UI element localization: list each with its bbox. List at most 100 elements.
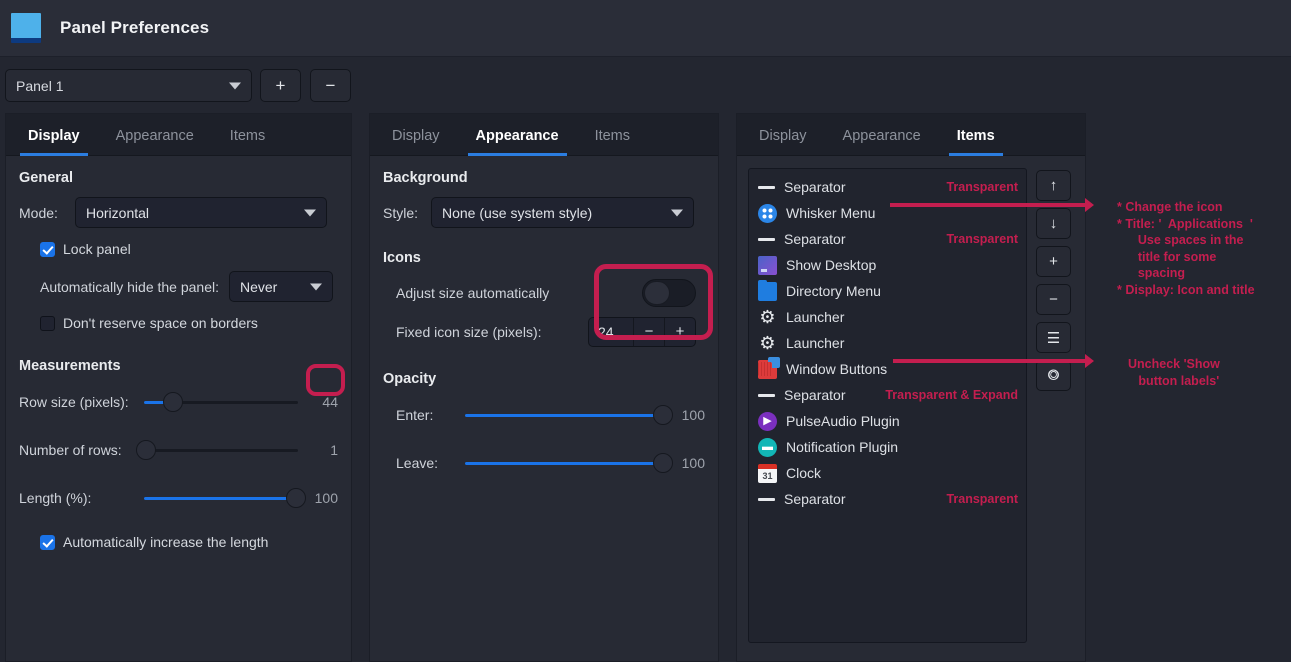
panel-preferences-window: Panel Preferences Panel 1 + − Display Ap… bbox=[0, 0, 1291, 662]
tab-items[interactable]: Items bbox=[587, 128, 638, 155]
panel-select-value: Panel 1 bbox=[16, 78, 63, 94]
title-bar: Panel Preferences bbox=[0, 0, 1291, 57]
gear-icon: ⚙ bbox=[758, 334, 777, 353]
autohide-select[interactable]: Never bbox=[229, 271, 333, 302]
row-size-label: Row size (pixels): bbox=[19, 394, 144, 410]
leave-opacity-slider-handle[interactable] bbox=[653, 453, 673, 473]
tab-items[interactable]: Items bbox=[222, 128, 273, 155]
gear-icon: ⚙ bbox=[758, 308, 777, 327]
separator-icon bbox=[758, 186, 775, 189]
style-select-value: None (use system style) bbox=[442, 205, 592, 221]
list-item[interactable]: Directory Menu bbox=[749, 278, 1026, 304]
list-item[interactable]: ⚙Launcher bbox=[749, 330, 1026, 356]
remove-item-button[interactable]: − bbox=[1036, 284, 1071, 315]
opacity-heading: Opacity bbox=[383, 371, 705, 387]
list-item-label: Separator bbox=[784, 387, 845, 403]
move-up-button[interactable]: ↑ bbox=[1036, 170, 1071, 201]
chevron-down-icon bbox=[310, 283, 322, 290]
num-rows-slider-handle[interactable] bbox=[136, 440, 156, 460]
enter-opacity-row: Enter: 100 bbox=[383, 398, 705, 432]
length-label: Length (%): bbox=[19, 490, 144, 506]
row-size-slider-handle[interactable] bbox=[163, 392, 183, 412]
left-tab-bar: Display Appearance Items bbox=[6, 114, 351, 156]
row-size-slider[interactable] bbox=[144, 401, 298, 404]
mode-select[interactable]: Horizontal bbox=[75, 197, 327, 228]
appearance-column: Display Appearance Items Background Styl… bbox=[369, 113, 719, 662]
list-item-label: Window Buttons bbox=[786, 361, 887, 377]
leave-opacity-row: Leave: 100 bbox=[383, 446, 705, 480]
list-item-label: Separator bbox=[784, 179, 845, 195]
remove-panel-button[interactable]: − bbox=[310, 69, 351, 102]
help-button[interactable]: ⭗ bbox=[1036, 360, 1071, 391]
length-slider[interactable] bbox=[144, 497, 298, 500]
autohide-label: Automatically hide the panel: bbox=[19, 279, 219, 295]
speaker-icon: ▶ bbox=[758, 412, 777, 431]
add-item-button[interactable]: + bbox=[1036, 246, 1071, 277]
tab-items[interactable]: Items bbox=[949, 128, 1003, 155]
enter-opacity-slider[interactable] bbox=[465, 414, 665, 417]
auto-length-checkbox[interactable] bbox=[40, 535, 55, 550]
list-item[interactable]: Separator Transparent bbox=[749, 226, 1026, 252]
panel-icon bbox=[11, 13, 41, 43]
calendar-clock-icon: 31 bbox=[758, 464, 777, 483]
tab-appearance[interactable]: Appearance bbox=[108, 128, 202, 155]
tab-display[interactable]: Display bbox=[751, 128, 815, 155]
dont-reserve-checkbox[interactable] bbox=[40, 316, 55, 331]
list-item-label: Directory Menu bbox=[786, 283, 881, 299]
style-label: Style: bbox=[383, 205, 431, 221]
num-rows-label: Number of rows: bbox=[19, 442, 144, 458]
general-heading: General bbox=[19, 170, 338, 186]
tab-appearance[interactable]: Appearance bbox=[468, 128, 567, 155]
mode-label: Mode: bbox=[19, 205, 75, 221]
length-slider-handle[interactable] bbox=[286, 488, 306, 508]
num-rows-slider[interactable] bbox=[144, 449, 298, 452]
highlight-row-size bbox=[306, 364, 345, 396]
list-item-tag: Transparent bbox=[946, 492, 1018, 506]
leave-label: Leave: bbox=[383, 455, 465, 471]
lock-panel-label: Lock panel bbox=[63, 241, 131, 257]
show-desktop-icon bbox=[758, 256, 777, 275]
list-item[interactable]: ⚙Launcher bbox=[749, 304, 1026, 330]
add-panel-button[interactable]: + bbox=[260, 69, 301, 102]
autohide-select-value: Never bbox=[240, 279, 277, 295]
chevron-down-icon bbox=[304, 209, 316, 216]
window-buttons-icon bbox=[758, 360, 777, 379]
appearance-pane: Background Style: None (use system style… bbox=[370, 156, 718, 661]
items-column: Display Appearance Items SeparatorTransp… bbox=[736, 113, 1086, 662]
annotation-window-buttons-text: Uncheck 'Show button labels' bbox=[1128, 356, 1220, 389]
leave-opacity-slider[interactable] bbox=[465, 462, 665, 465]
lock-panel-row[interactable]: Lock panel bbox=[19, 236, 338, 262]
tab-appearance[interactable]: Appearance bbox=[835, 128, 929, 155]
list-item[interactable]: SeparatorTransparent bbox=[749, 486, 1026, 512]
move-down-button[interactable]: ↓ bbox=[1036, 208, 1071, 239]
panel-items-list[interactable]: SeparatorTransparentWhisker MenuSeparato… bbox=[748, 168, 1027, 643]
lock-panel-checkbox[interactable] bbox=[40, 242, 55, 257]
list-item[interactable]: 31Clock bbox=[749, 460, 1026, 486]
dont-reserve-row[interactable]: Don't reserve space on borders bbox=[19, 310, 338, 336]
page-title: Panel Preferences bbox=[60, 18, 209, 38]
auto-length-row[interactable]: Automatically increase the length bbox=[19, 529, 338, 555]
fixed-icon-size-label: Fixed icon size (pixels): bbox=[396, 324, 542, 340]
list-item-tag: Transparent bbox=[946, 232, 1018, 246]
list-item-label: Separator bbox=[784, 231, 845, 247]
mode-row: Mode: Horizontal bbox=[19, 197, 338, 228]
mid-tab-bar: Display Appearance Items bbox=[370, 114, 718, 156]
style-select[interactable]: None (use system style) bbox=[431, 197, 694, 228]
separator-icon bbox=[758, 498, 775, 501]
auto-length-label: Automatically increase the length bbox=[63, 534, 268, 550]
list-item[interactable]: SeparatorTransparent bbox=[749, 174, 1026, 200]
items-toolbar: ↑ ↓ + − ☰ ⭗ bbox=[1036, 168, 1071, 661]
list-item[interactable]: Show Desktop bbox=[749, 252, 1026, 278]
panel-select[interactable]: Panel 1 bbox=[5, 69, 252, 102]
separator-icon bbox=[758, 238, 775, 241]
enter-opacity-slider-handle[interactable] bbox=[653, 405, 673, 425]
display-column: Display Appearance Items General Mode: H… bbox=[5, 113, 352, 662]
tab-display[interactable]: Display bbox=[384, 128, 448, 155]
background-heading: Background bbox=[383, 170, 705, 186]
list-item[interactable]: SeparatorTransparent & Expand bbox=[749, 382, 1026, 408]
list-item[interactable]: ▶PulseAudio Plugin bbox=[749, 408, 1026, 434]
item-properties-button[interactable]: ☰ bbox=[1036, 322, 1071, 353]
length-row: Length (%): 100 bbox=[19, 481, 338, 515]
list-item[interactable]: ▬Notification Plugin bbox=[749, 434, 1026, 460]
tab-display[interactable]: Display bbox=[20, 128, 88, 155]
